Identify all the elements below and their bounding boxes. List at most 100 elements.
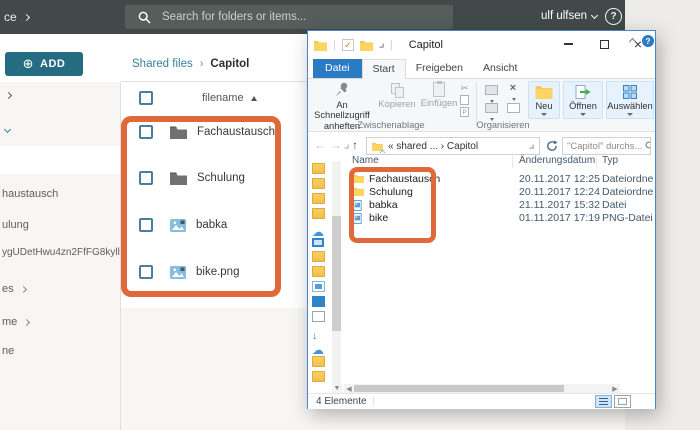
scrollbar-thumb[interactable]	[354, 385, 564, 392]
cut-icon[interactable]: ✂	[458, 82, 471, 94]
file-row[interactable]: Schulung	[139, 170, 245, 186]
select-button[interactable]: Auswählen	[606, 81, 654, 119]
file-name[interactable]: Fachaustausch	[197, 126, 275, 138]
scroll-left-icon[interactable]: ◀	[344, 384, 354, 393]
tab-start[interactable]: Start	[361, 59, 406, 79]
folder-icon[interactable]	[312, 266, 325, 277]
image-icon	[170, 218, 186, 232]
icons-view-button[interactable]	[614, 395, 631, 408]
cloud-icon[interactable]	[312, 223, 325, 234]
folder-icon[interactable]	[312, 163, 325, 174]
file-row[interactable]: bike.png	[139, 264, 239, 280]
help-glyph: ?	[610, 11, 617, 22]
dropdown-caret-icon	[541, 113, 547, 116]
explorer-file-row[interactable]: bike 01.11.2017 17:19 PNG-Datei	[308, 212, 655, 225]
column-modified[interactable]: Änderungsdatum	[519, 155, 595, 166]
copy-path-icon[interactable]	[458, 94, 471, 106]
select-all-checkbox[interactable]	[139, 91, 153, 105]
up-icon[interactable]: ↑	[352, 138, 358, 152]
open-button[interactable]: Öffnen	[563, 81, 603, 119]
move-to-button[interactable]	[482, 85, 500, 105]
folder-icon[interactable]	[312, 371, 325, 382]
properties-check-icon[interactable]: ✓	[341, 39, 354, 51]
sidebar-item-fachaustausch[interactable]: haustausch	[2, 188, 58, 200]
minimize-button[interactable]	[552, 31, 584, 57]
folder-icon[interactable]	[312, 193, 325, 204]
sidebar-item-es[interactable]: es	[2, 283, 27, 295]
folder-icon[interactable]	[312, 251, 325, 262]
help-icon[interactable]: ?	[605, 8, 622, 25]
separator: |	[333, 39, 336, 51]
paste-shortcut-icon[interactable]: P	[458, 106, 471, 118]
scroll-right-icon[interactable]: ▶	[610, 384, 620, 393]
file-name[interactable]: bike.png	[196, 266, 239, 278]
chevron-down-icon[interactable]	[3, 125, 12, 134]
file-name: Schulung	[369, 186, 413, 198]
refresh-icon[interactable]	[546, 140, 558, 152]
tab-freigeben[interactable]: Freigeben	[406, 59, 473, 79]
recent-locations-icon[interactable]	[344, 144, 349, 149]
explorer-file-row[interactable]: Fachaustausch 20.11.2017 12:25 Dateiordn…	[308, 173, 655, 186]
column-separator[interactable]	[512, 153, 513, 168]
new-folder-icon[interactable]	[359, 40, 373, 51]
chevron-down-icon[interactable]	[590, 11, 599, 20]
row-checkbox[interactable]	[139, 265, 153, 279]
document-icon[interactable]	[312, 311, 325, 322]
explorer-file-row[interactable]: Schulung 20.11.2017 12:24 Dateiordner	[308, 186, 655, 199]
explorer-help-icon[interactable]: ?	[642, 35, 654, 47]
row-checkbox[interactable]	[139, 218, 153, 232]
folder-icon[interactable]	[312, 208, 325, 219]
new-folder-button[interactable]: Neu	[528, 81, 560, 119]
address-dropdown-icon[interactable]	[529, 144, 534, 148]
column-name[interactable]: Name	[352, 155, 379, 166]
sidebar-item-schulung[interactable]: ulung	[2, 219, 29, 231]
sidebar-item-ne[interactable]: ne	[2, 345, 14, 357]
global-search-input[interactable]: Search for folders or items...	[125, 5, 453, 29]
column-separator[interactable]	[596, 153, 597, 168]
copy-button[interactable]: Kopieren	[376, 83, 418, 109]
forward-icon[interactable]: →	[330, 138, 342, 152]
tree-scrollbar-thumb[interactable]	[332, 216, 341, 331]
image-icon[interactable]	[312, 281, 325, 292]
file-name[interactable]: Schulung	[197, 172, 245, 184]
sidebar-item-label: ulung	[2, 219, 29, 231]
filename-column-header[interactable]: filename	[202, 92, 244, 104]
sidebar-selected-item[interactable]	[0, 146, 120, 174]
quick-access-toolbar-dropdown-icon[interactable]	[379, 43, 384, 47]
maximize-button[interactable]	[588, 31, 620, 57]
row-checkbox[interactable]	[139, 125, 153, 139]
details-view-button[interactable]	[595, 395, 612, 408]
delete-button[interactable]: ×	[504, 83, 522, 103]
chevron-right-icon[interactable]	[4, 91, 13, 100]
tab-datei[interactable]: Datei	[313, 59, 362, 79]
monitor-icon[interactable]	[312, 238, 324, 247]
explorer-file-row[interactable]: babka 21.11.2017 15:32 Datei	[308, 199, 655, 212]
file-row[interactable]: Fachaustausch	[139, 124, 275, 140]
folder-icon[interactable]	[312, 356, 325, 367]
sidebar-item-token[interactable]: ygUDetHwu4zn2FfFG8kyll850	[2, 247, 120, 258]
cloud-icon[interactable]	[312, 341, 325, 352]
user-menu[interactable]: ulf ulfsen	[541, 10, 587, 22]
add-button[interactable]: ⊕ ADD	[5, 52, 83, 76]
row-checkbox[interactable]	[139, 171, 153, 185]
sidebar-item-me[interactable]: me	[2, 316, 31, 328]
download-icon[interactable]	[312, 326, 325, 337]
folder-icon[interactable]	[312, 178, 325, 189]
pc-icon[interactable]	[312, 296, 325, 307]
topbar-breadcrumb-partial[interactable]: ce	[4, 10, 30, 24]
file-modified: 01.11.2017 17:19	[519, 212, 600, 224]
file-name[interactable]: babka	[196, 219, 227, 231]
tree-scroll-down-icon[interactable]: ▼	[332, 384, 342, 393]
column-type[interactable]: Typ	[602, 155, 618, 166]
file-row[interactable]: babka	[139, 217, 227, 233]
rename-button[interactable]	[504, 103, 522, 113]
back-icon[interactable]: ←	[314, 138, 326, 152]
image-file-icon	[353, 200, 362, 211]
items-count: 4 Elemente	[316, 396, 367, 407]
paste-button[interactable]: Einfügen	[418, 81, 460, 108]
horizontal-scrollbar[interactable]: ▼ ◀ ▶	[332, 384, 632, 393]
copy-to-icon	[484, 103, 498, 113]
sort-ascending-icon[interactable]	[250, 95, 257, 101]
tab-ansicht[interactable]: Ansicht	[473, 59, 527, 79]
breadcrumb-shared-files[interactable]: Shared files	[132, 58, 193, 70]
